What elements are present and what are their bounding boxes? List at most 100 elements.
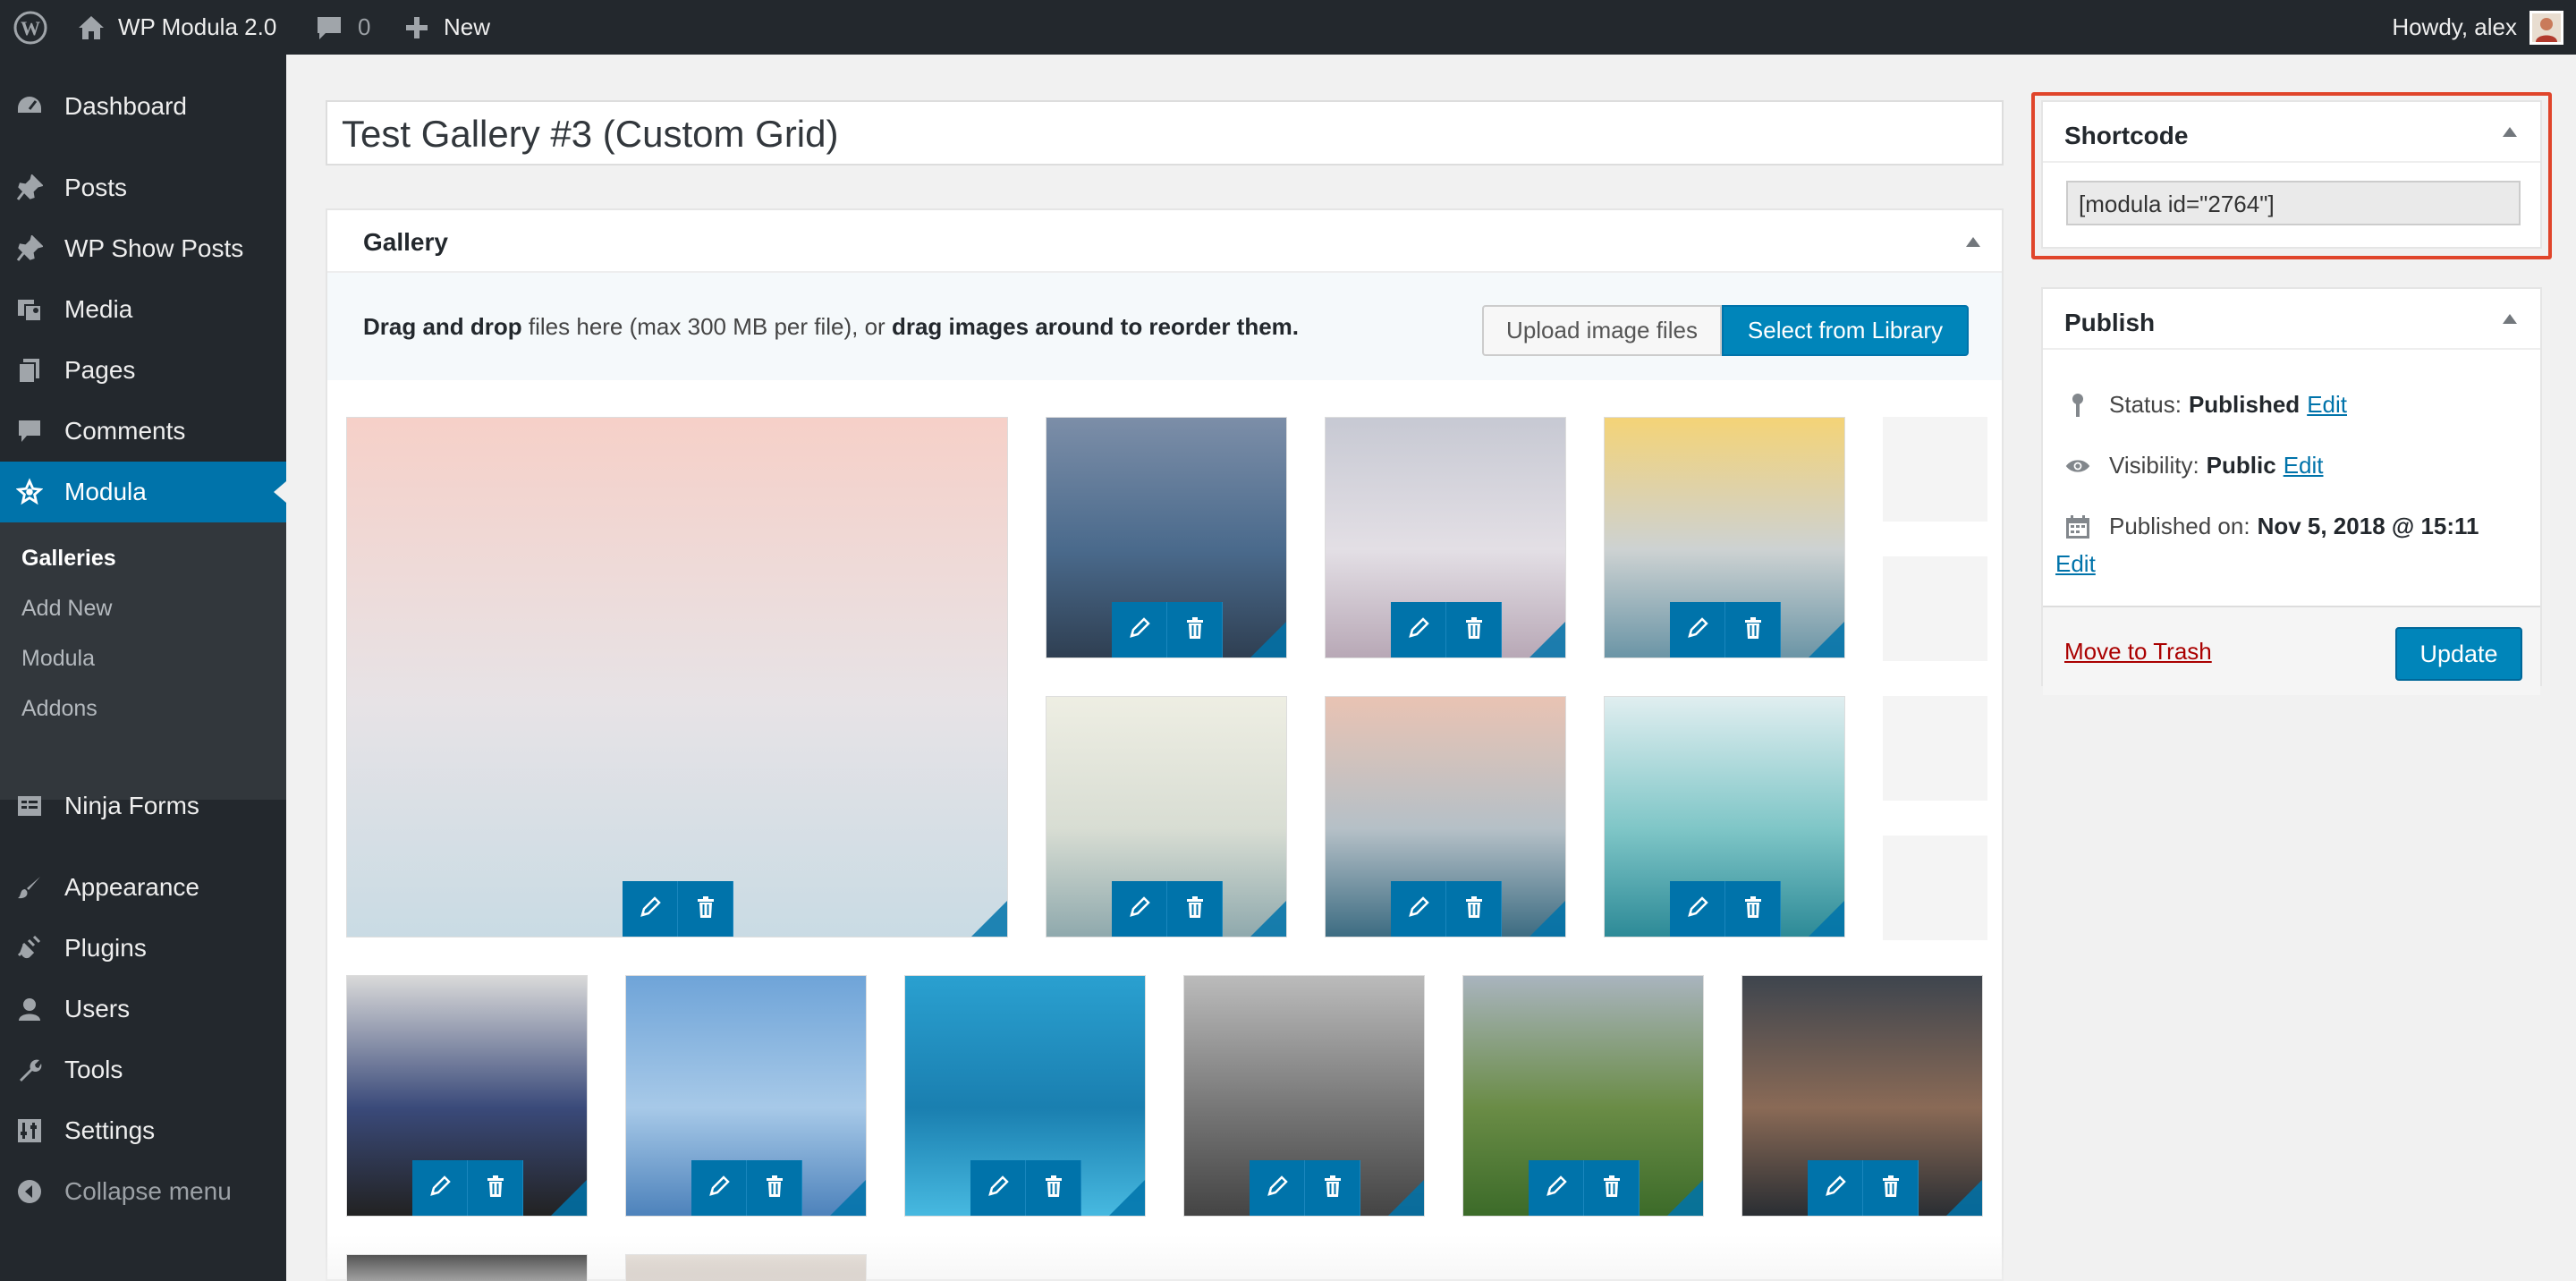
menu-media[interactable]: Media (0, 279, 286, 340)
toggle-panel-icon[interactable] (2503, 314, 2517, 324)
delete-image-button[interactable] (1167, 881, 1223, 937)
gallery-image-tile[interactable] (904, 975, 1146, 1217)
edit-status-link[interactable]: Edit (2307, 391, 2347, 419)
delete-image-button[interactable] (678, 881, 733, 937)
menu-posts[interactable]: Posts (0, 157, 286, 218)
gallery-image-tile[interactable] (1046, 696, 1287, 937)
menu-appearance[interactable]: Appearance (0, 857, 286, 918)
edit-image-button[interactable] (412, 1160, 468, 1216)
menu-comments[interactable]: Comments (0, 401, 286, 462)
edit-image-button[interactable] (1391, 602, 1446, 657)
edit-image-button[interactable] (1529, 1160, 1584, 1216)
move-to-trash-link[interactable]: Move to Trash (2064, 638, 2212, 666)
update-button[interactable]: Update (2395, 627, 2522, 681)
delete-image-button[interactable] (747, 1160, 802, 1216)
resize-handle-icon[interactable] (1250, 901, 1286, 937)
delete-image-button[interactable] (1446, 602, 1502, 657)
resize-handle-icon[interactable] (1530, 622, 1565, 657)
delete-image-button[interactable] (1446, 881, 1502, 937)
resize-handle-icon[interactable] (1109, 1180, 1145, 1216)
gallery-image-tile[interactable] (1741, 975, 1983, 1217)
edit-image-button[interactable] (1112, 602, 1167, 657)
resize-handle-icon[interactable] (1809, 901, 1844, 937)
submenu-galleries[interactable]: Galleries (21, 546, 116, 572)
menu-settings[interactable]: Settings (0, 1100, 286, 1161)
toggle-panel-icon[interactable] (1966, 237, 1980, 247)
delete-image-button[interactable] (1725, 881, 1781, 937)
trash-icon (1601, 1175, 1623, 1202)
gallery-image-tile[interactable] (346, 417, 1008, 937)
delete-image-button[interactable] (1167, 602, 1223, 657)
gallery-image-tile[interactable] (1604, 696, 1845, 937)
edit-visibility-link[interactable]: Edit (2284, 452, 2324, 479)
edit-image-button[interactable] (1391, 881, 1446, 937)
new-content-link[interactable]: New (404, 0, 490, 55)
gallery-metabox-header[interactable]: Gallery (327, 210, 2002, 273)
trash-icon (1322, 1175, 1343, 1202)
menu-label: Posts (64, 174, 128, 201)
upload-image-files-button[interactable]: Upload image files (1482, 305, 1722, 356)
edit-image-button[interactable] (1250, 1160, 1305, 1216)
tile-controls (1391, 602, 1502, 657)
menu-pages[interactable]: Pages (0, 340, 286, 401)
comment-icon (16, 418, 43, 445)
gallery-image-tile[interactable] (625, 975, 867, 1217)
delete-image-button[interactable] (1305, 1160, 1360, 1216)
delete-image-button[interactable] (1725, 602, 1781, 657)
gallery-image-tile[interactable] (1462, 975, 1704, 1217)
resize-handle-icon[interactable] (1388, 1180, 1424, 1216)
menu-tools[interactable]: Tools (0, 1039, 286, 1100)
avatar[interactable] (2529, 11, 2563, 45)
menu-label: Pages (64, 356, 136, 384)
submenu-add-new[interactable]: Add New (21, 596, 112, 622)
site-home-link[interactable]: WP Modula 2.0 (77, 0, 276, 55)
wordpress-logo-icon[interactable]: W (13, 0, 48, 55)
edit-image-button[interactable] (623, 881, 678, 937)
resize-handle-icon[interactable] (830, 1180, 866, 1216)
edit-image-button[interactable] (691, 1160, 747, 1216)
menu-wp-show-posts[interactable]: WP Show Posts (0, 218, 286, 279)
gallery-image-tile[interactable] (1183, 975, 1425, 1217)
edit-date-link[interactable]: Edit (2055, 550, 2096, 578)
resize-handle-icon[interactable] (1250, 622, 1286, 657)
edit-image-button[interactable] (1808, 1160, 1863, 1216)
gallery-image-tile[interactable] (346, 975, 588, 1217)
select-from-library-button[interactable]: Select from Library (1722, 305, 1969, 356)
resize-handle-icon[interactable] (1667, 1180, 1703, 1216)
submenu-modula[interactable]: Modula (21, 646, 95, 672)
delete-image-button[interactable] (1863, 1160, 1919, 1216)
gallery-image-tile[interactable] (1325, 417, 1566, 658)
pencil-icon (1686, 895, 1709, 923)
submenu-addons[interactable]: Addons (21, 696, 97, 722)
comments-link[interactable]: 0 (315, 0, 370, 55)
resize-handle-icon[interactable] (1809, 622, 1844, 657)
edit-image-button[interactable] (1670, 881, 1725, 937)
resize-handle-icon[interactable] (1530, 901, 1565, 937)
gallery-title-input[interactable]: Test Gallery #3 (Custom Grid) (326, 100, 2004, 165)
edit-image-button[interactable] (1670, 602, 1725, 657)
menu-users[interactable]: Users (0, 979, 286, 1039)
resize-handle-icon[interactable] (971, 901, 1007, 937)
resize-handle-icon[interactable] (551, 1180, 587, 1216)
menu-ninja-forms[interactable]: Ninja Forms (0, 776, 286, 836)
resize-handle-icon[interactable] (1946, 1180, 1982, 1216)
delete-image-button[interactable] (1584, 1160, 1640, 1216)
publish-metabox-header[interactable]: Publish (2043, 289, 2540, 350)
delete-image-button[interactable] (468, 1160, 523, 1216)
status-value: Published (2188, 391, 2301, 418)
drop-zone[interactable]: Drag and drop files here (max 300 MB per… (327, 273, 2002, 380)
edit-image-button[interactable] (970, 1160, 1026, 1216)
trash-icon (1463, 616, 1485, 644)
menu-modula[interactable]: Modula (0, 462, 286, 522)
menu-dashboard[interactable]: Dashboard (0, 76, 286, 137)
gallery-image-tile[interactable] (1325, 696, 1566, 937)
gallery-image-tile[interactable] (1046, 417, 1287, 658)
delete-image-button[interactable] (1026, 1160, 1081, 1216)
edit-image-button[interactable] (1112, 881, 1167, 937)
gallery-image-tile[interactable] (1604, 417, 1845, 658)
visibility-label: Visibility: (2109, 452, 2199, 479)
menu-plugins[interactable]: Plugins (0, 918, 286, 979)
account-menu[interactable]: Howdy, alex (2392, 0, 2517, 55)
tile-controls (1250, 1160, 1360, 1216)
collapse-menu-button[interactable]: Collapse menu (0, 1161, 286, 1222)
